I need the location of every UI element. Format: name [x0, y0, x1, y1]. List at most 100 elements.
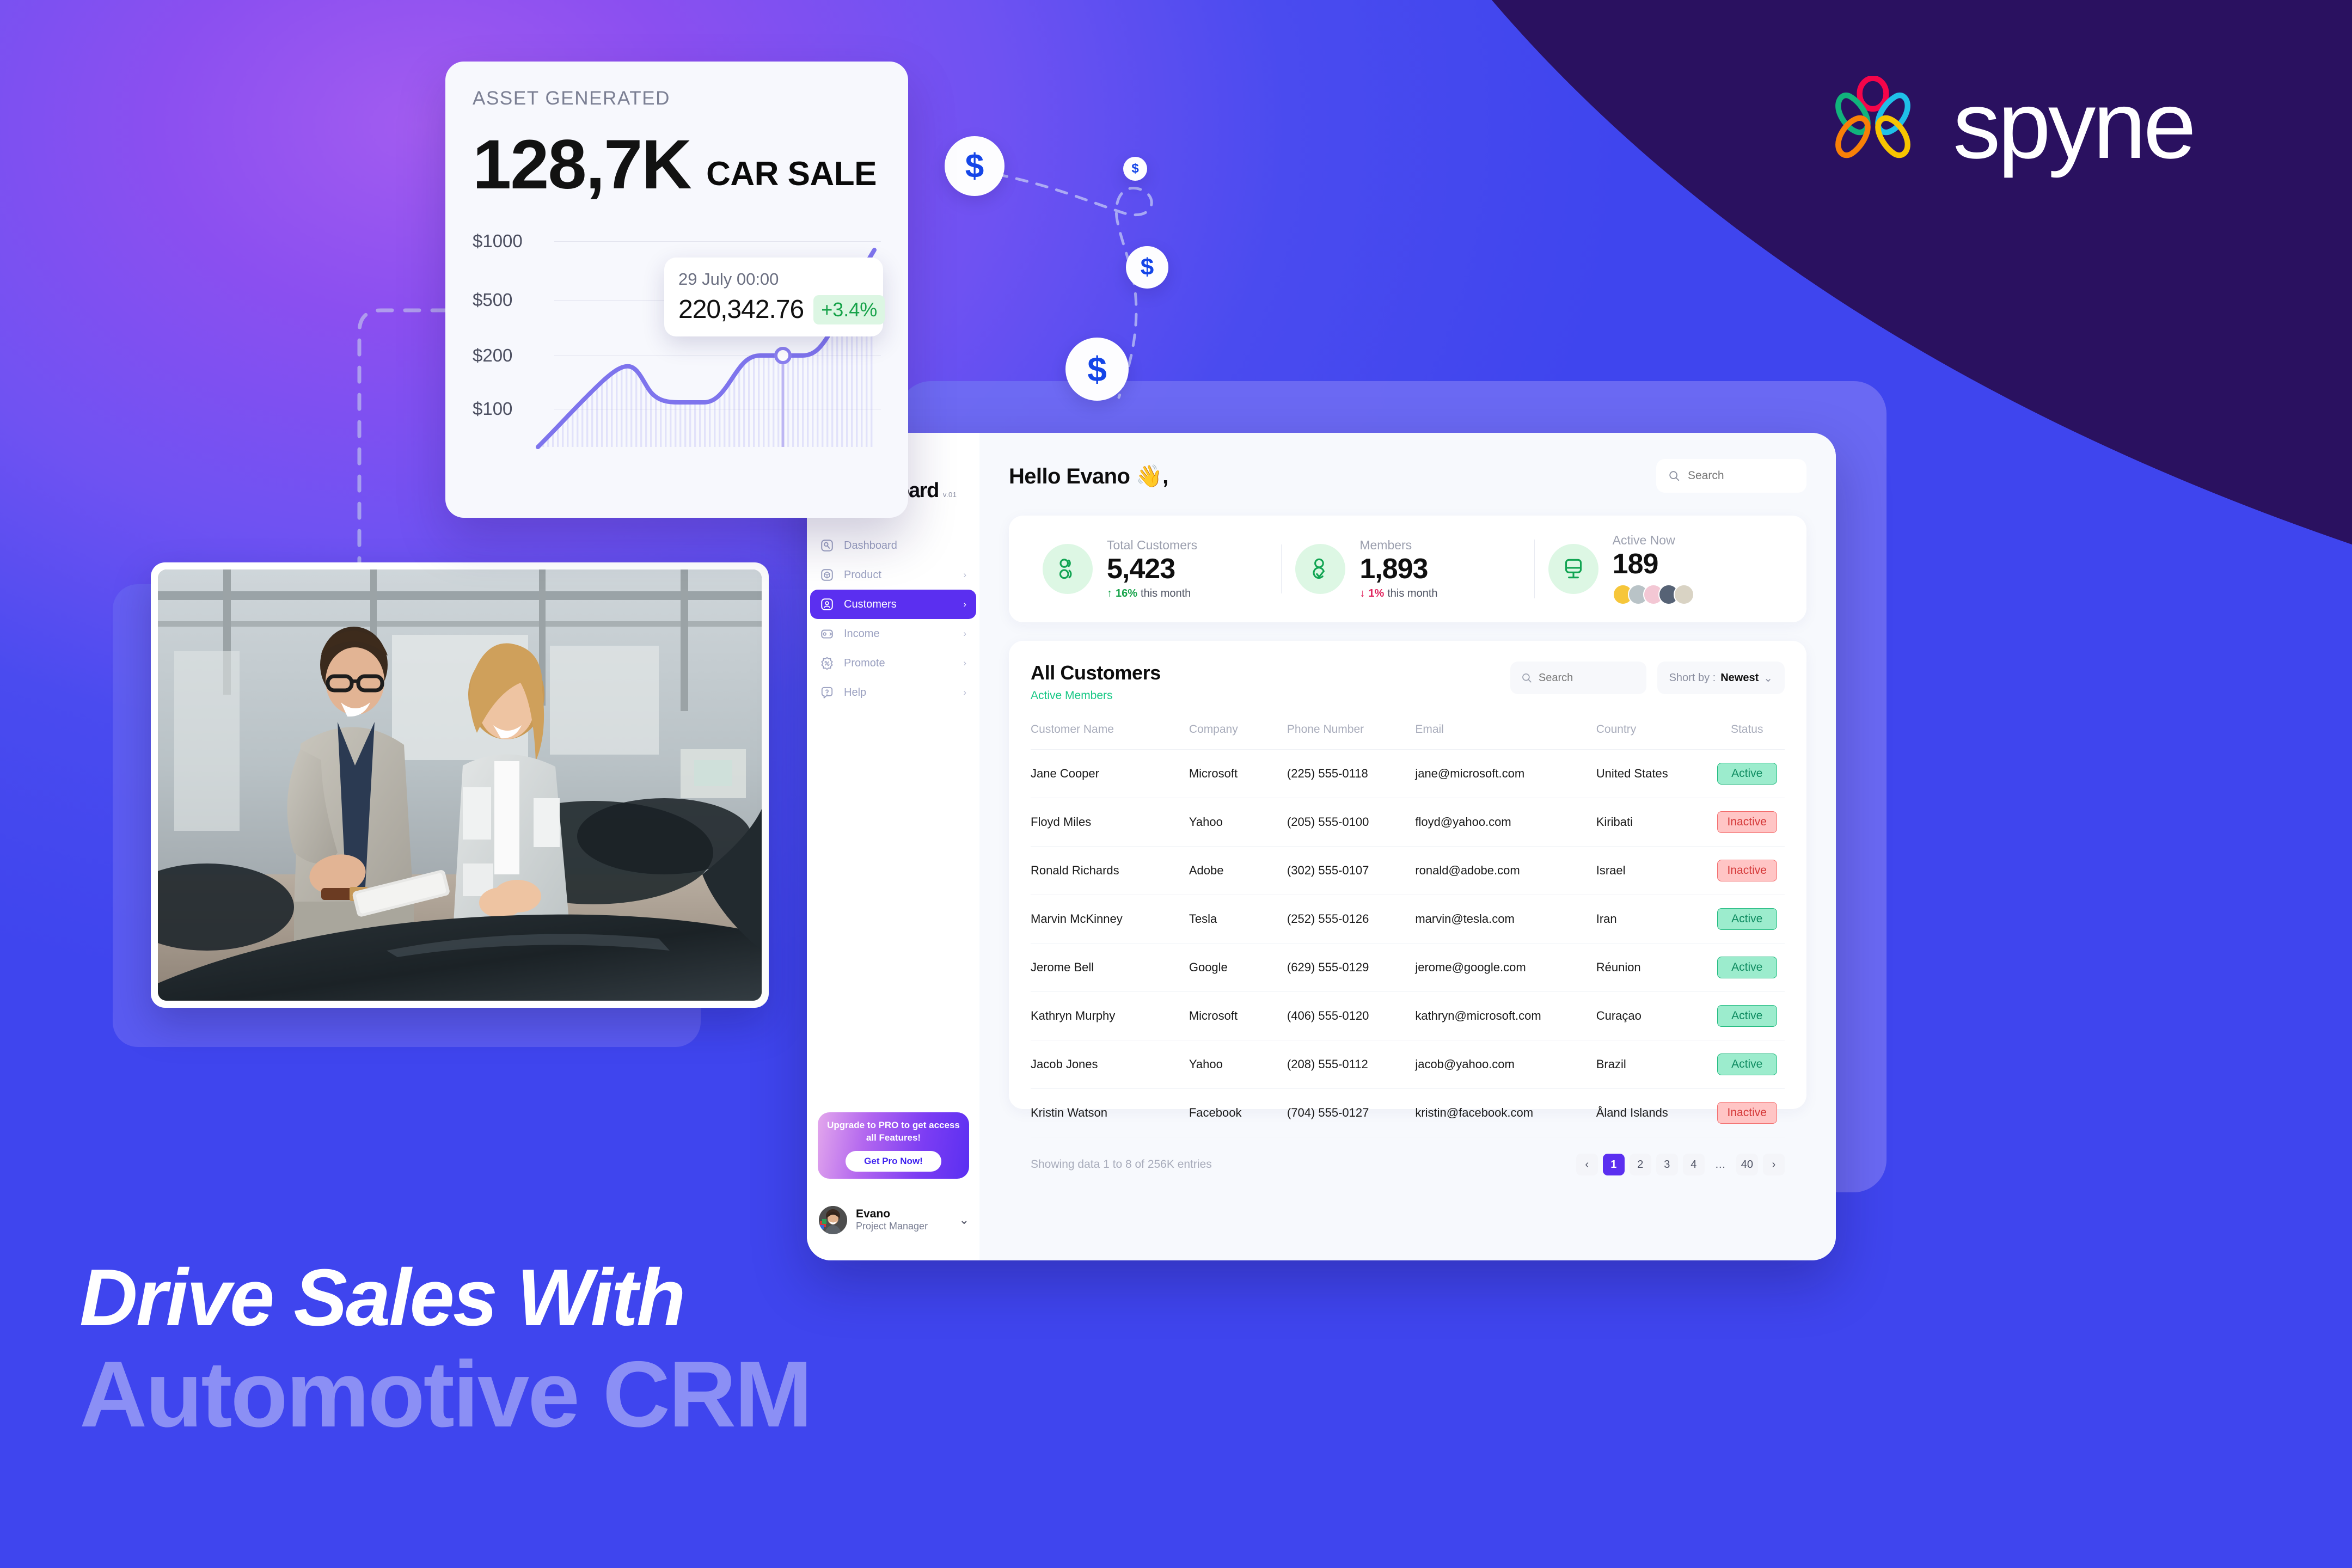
sidebar-item-income[interactable]: Income ›	[810, 619, 976, 648]
trend-percent: 16%	[1116, 587, 1138, 600]
cell-customer-name: Jane Cooper	[1031, 749, 1189, 798]
pagination-item[interactable]: ›	[1763, 1154, 1785, 1175]
y-axis-tick: $500	[473, 290, 513, 310]
pagination-item[interactable]: 4	[1682, 1154, 1705, 1175]
search-input[interactable]	[1687, 469, 1794, 482]
table-row[interactable]: Ronald Richards Adobe (302) 555-0107 ronald…	[1031, 846, 1785, 895]
chevron-down-icon[interactable]: ⌄	[959, 1213, 969, 1227]
cell-country: Kiribati	[1596, 798, 1710, 847]
status-badge: Active	[1717, 763, 1777, 785]
trend-period: this month	[1387, 587, 1438, 600]
table-row[interactable]: Jacob Jones Yahoo (208) 555-0112 jacob@yaho…	[1031, 1040, 1785, 1089]
cell-company: Tesla	[1189, 895, 1287, 944]
table-footer: Showing data 1 to 8 of 256K entries ‹ 1 2 3…	[1031, 1154, 1785, 1175]
status-badge: Inactive	[1717, 811, 1777, 833]
cell-customer-name: Floyd Miles	[1031, 798, 1189, 847]
sidebar-item-product[interactable]: Product ›	[810, 560, 976, 590]
status-badge: Inactive	[1717, 1102, 1777, 1124]
cell-phone-number: (704) 555-0127	[1287, 1088, 1416, 1137]
sidebar-item-label: Help	[844, 686, 867, 699]
sidebar-item-label: Product	[844, 568, 881, 581]
pagination-item[interactable]: …	[1710, 1154, 1731, 1175]
sort-by-dropdown[interactable]: Short by : Newest ⌄	[1657, 661, 1785, 694]
sidebar-item-promote[interactable]: Promote ›	[810, 648, 976, 678]
asset-generated-card: ASSET GENERATED 128,7K CAR SALE $1000 $5…	[445, 62, 908, 518]
pagination-item[interactable]: 3	[1656, 1154, 1678, 1175]
table-title: All Customers	[1031, 661, 1161, 684]
cell-country: Brazil	[1596, 1040, 1710, 1089]
table-row[interactable]: Jerome Bell Google (629) 555-0129 jerome@go…	[1031, 943, 1785, 992]
pagination-item[interactable]: 40	[1736, 1154, 1758, 1175]
table-entry-count: Showing data 1 to 8 of 256K entries	[1031, 1158, 1212, 1171]
spyne-logo: spyne	[1821, 76, 2196, 174]
chart-card-title: ASSET GENERATED	[473, 88, 671, 109]
photo-card	[151, 562, 769, 1008]
table-row[interactable]: Kathryn Murphy Microsoft (406) 555-0120 kat…	[1031, 991, 1785, 1040]
column-header-phone: Phone Number	[1287, 723, 1416, 750]
get-pro-now-button[interactable]: Get Pro Now!	[846, 1151, 941, 1172]
table-search-input[interactable]	[1538, 671, 1636, 684]
stat-trend: ↑ 16% this month	[1107, 587, 1197, 600]
all-customers-panel: All Customers Active Members Short by : …	[1009, 641, 1806, 1175]
sidebar-user-name: Evano	[856, 1208, 891, 1221]
table-row[interactable]: Marvin McKinney Tesla (252) 555-0126 marvin…	[1031, 895, 1785, 944]
headline-block: Drive Sales With Automotive CRM	[79, 1258, 812, 1444]
money-bubble-large-2: $	[1065, 338, 1129, 401]
table-search-box[interactable]	[1510, 661, 1646, 694]
dashboard-window: Dashboard v.01 Dashboard Product	[807, 433, 1836, 1260]
table-header-row: Customer Name Company Phone Number Email…	[1031, 723, 1785, 750]
cell-email: marvin@tesla.com	[1415, 895, 1596, 944]
sidebar-user-info: Evano Project Manager	[856, 1208, 928, 1233]
cell-country: Réunion	[1596, 943, 1710, 992]
table-row[interactable]: Kristin Watson Facebook (704) 555-0127 kris…	[1031, 1088, 1785, 1137]
status-badge: Active	[1717, 1005, 1777, 1027]
stat-card-body: Members 1,893 ↓ 1% this month	[1359, 538, 1437, 600]
chevron-down-icon: ⌄	[1763, 672, 1773, 684]
cell-email: jane@microsoft.com	[1415, 749, 1596, 798]
member-check-icon	[1295, 544, 1346, 594]
global-search-box[interactable]	[1656, 459, 1806, 493]
stat-value: 1,893	[1359, 553, 1428, 585]
chevron-right-icon: ›	[963, 569, 966, 580]
pagination-item[interactable]: ‹	[1576, 1154, 1598, 1175]
sidebar-item-customers[interactable]: Customers ›	[810, 590, 976, 619]
table-row[interactable]: Jane Cooper Microsoft (225) 555-0118 jane@m…	[1031, 749, 1785, 798]
y-axis-tick: $1000	[473, 231, 523, 251]
y-axis-tick: $200	[473, 345, 513, 365]
sidebar-item-help[interactable]: Help ›	[810, 678, 976, 707]
trend-period: this month	[1141, 587, 1191, 600]
cell-status: Inactive	[1709, 1088, 1785, 1137]
sort-label: Short by :	[1669, 671, 1716, 684]
table-panel-header: All Customers Active Members Short by : …	[1031, 661, 1785, 702]
sidebar-user-role: Project Manager	[856, 1221, 928, 1232]
column-header-customer-name: Customer Name	[1031, 723, 1189, 750]
sidebar-item-dashboard[interactable]: Dashboard	[810, 531, 976, 560]
tooltip-date: 29 July 00:00	[678, 270, 779, 289]
cell-email: floyd@yahoo.com	[1415, 798, 1596, 847]
stat-trend: ↓ 1% this month	[1359, 587, 1437, 600]
cell-country: Curaçao	[1596, 991, 1710, 1040]
sidebar-item-label: Promote	[844, 657, 885, 669]
cell-customer-name: Kathryn Murphy	[1031, 991, 1189, 1040]
chart-tooltip: 29 July 00:00 220,342.76 +3.4%	[664, 258, 885, 336]
sidebar-user-profile[interactable]: Evano Project Manager ⌄	[819, 1206, 969, 1234]
cell-status: Active	[1709, 1040, 1785, 1089]
stat-label: Total Customers	[1107, 537, 1198, 552]
cell-status: Active	[1709, 943, 1785, 992]
greeting-text: Hello Evano 👋,	[1009, 464, 1168, 488]
table-row[interactable]: Floyd Miles Yahoo (205) 555-0100 floyd@yaho…	[1031, 798, 1785, 847]
table-head: Customer Name Company Phone Number Email…	[1031, 723, 1785, 750]
dealership-photo	[158, 569, 762, 1001]
cell-customer-name: Jerome Bell	[1031, 943, 1189, 992]
cell-company: Microsoft	[1189, 991, 1287, 1040]
pagination-item[interactable]: 2	[1629, 1154, 1651, 1175]
sidebar-item-label: Customers	[844, 598, 897, 610]
pagination-item[interactable]: 1	[1602, 1154, 1625, 1175]
stat-value: 5,423	[1107, 553, 1175, 585]
stat-card-body: Total Customers 5,423 ↑ 16% this month	[1107, 538, 1197, 600]
cell-company: Facebook	[1189, 1088, 1287, 1137]
trend-arrow-up-icon: ↑	[1107, 587, 1112, 600]
cell-status: Active	[1709, 895, 1785, 944]
table-controls: Short by : Newest ⌄	[1510, 661, 1785, 694]
cell-phone-number: (205) 555-0100	[1287, 798, 1416, 847]
